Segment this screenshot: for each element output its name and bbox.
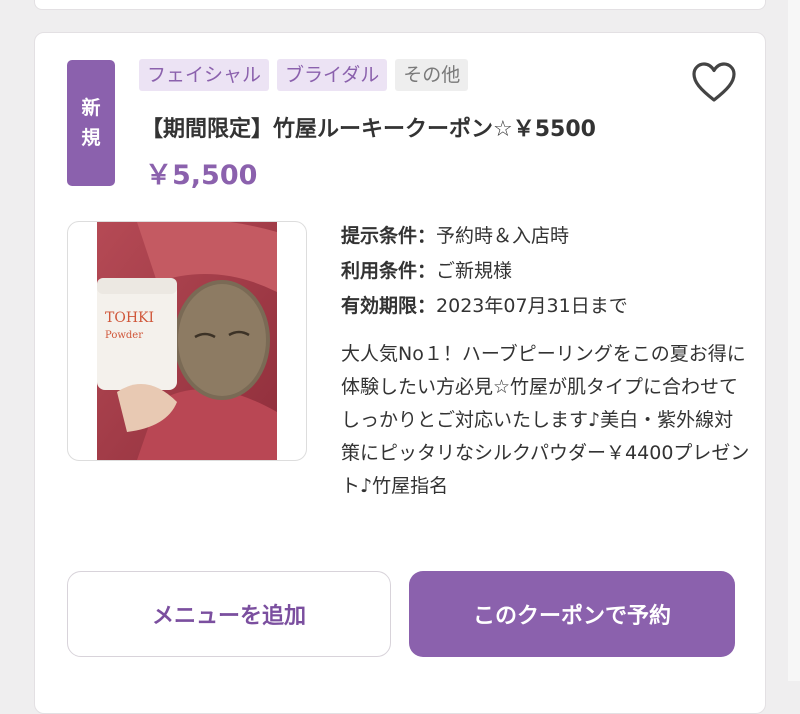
new-badge-char-1: 新 [81,97,101,119]
facial-treatment-photo: TOHKI Powder [97,222,277,460]
condition-row: 提示条件：予約時＆入店時 [341,221,628,256]
product-label: TOHKI [105,310,154,326]
category-tags: フェイシャル ブライダル その他 [139,59,469,91]
scrollbar-track[interactable] [788,0,800,681]
tag-other: その他 [395,59,469,91]
condition-value: ご新規様 [436,260,513,282]
condition-label: 利用条件： [341,260,437,282]
condition-value: 予約時＆入店時 [436,225,570,247]
coupon-description: 大人気No１！ハーブピーリングをこの夏お得に体験したい方必見☆竹屋が肌タイプに合… [341,343,750,497]
coupon-title[interactable]: 【期間限定】竹屋ルーキークーポン☆￥5500 [141,111,596,143]
condition-row: 利用条件：ご新規様 [341,256,628,291]
product-sublabel: Powder [105,330,143,341]
new-badge-char-2: 規 [81,127,101,149]
coupon-conditions: 提示条件：予約時＆入店時 利用条件：ご新規様 有効期限：2023年07月31日ま… [341,221,628,326]
heart-outline-icon[interactable] [691,61,737,103]
condition-row: 有効期限：2023年07月31日まで [341,291,628,326]
coupon-card: 新 規 フェイシャル ブライダル その他 【期間限定】竹屋ルーキークーポン☆￥5… [34,32,766,714]
tag-bridal: ブライダル [277,59,388,91]
add-menu-button[interactable]: メニューを追加 [67,571,391,657]
book-with-coupon-button[interactable]: このクーポンで予約 [409,571,735,657]
coupon-price: ￥5,500 [145,160,258,191]
condition-label: 提示条件： [341,225,437,247]
new-badge: 新 規 [67,60,115,186]
tag-facial: フェイシャル [139,59,270,91]
previous-card-edge [34,0,766,10]
condition-value: 2023年07月31日まで [436,295,628,317]
coupon-image: TOHKI Powder [67,221,307,461]
condition-label: 有効期限： [341,295,437,317]
